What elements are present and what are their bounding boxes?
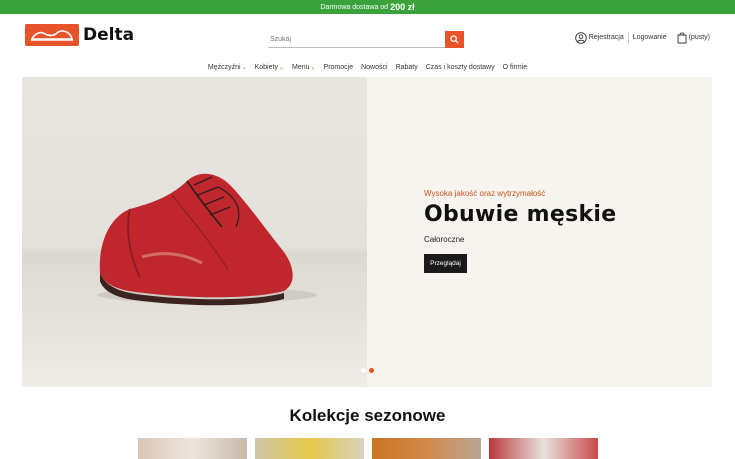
search-button[interactable] — [445, 31, 464, 48]
main-nav: Mężczyźni ⌄ Kobiety ⌄ Menu ⌄ Promocje Nowoś… — [0, 60, 735, 74]
slider-dot[interactable] — [361, 368, 366, 373]
nav-label: O firmie — [502, 63, 528, 71]
hero-image — [22, 77, 367, 387]
chevron-down-icon: ⌄ — [241, 64, 247, 71]
cart-status: (pusty) — [688, 34, 710, 41]
hero-banner: Wysoka jakość oraz wytrzymałość Obuwie m… — [22, 77, 712, 387]
account-area: Rejestracja Logowanie (pusty) — [574, 31, 710, 44]
shoe-logo-icon — [25, 24, 79, 46]
nav-item-women[interactable]: Kobiety ⌄ — [255, 60, 284, 74]
logo-text: Delta — [83, 25, 135, 45]
hero-subtitle: Wysoka jakość oraz wytrzymałość — [424, 189, 546, 198]
login-link[interactable]: Logowanie — [633, 34, 667, 41]
nav-label: Kobiety — [254, 63, 278, 71]
collection-thumbnail[interactable] — [372, 438, 481, 459]
red-shoe-image — [97, 173, 317, 306]
divider — [627, 31, 629, 44]
nav-item-new[interactable]: Nowości — [361, 60, 387, 74]
nav-item-men[interactable]: Mężczyźni ⌄ — [208, 60, 247, 74]
nav-item-discounts[interactable]: Rabaty — [396, 60, 418, 74]
browse-button[interactable]: Przeglądaj — [424, 254, 467, 273]
nav-label: Promocje — [323, 63, 354, 71]
nav-item-delivery[interactable]: Czas i koszty dostawy — [426, 60, 495, 74]
nav-label: Czas i koszty dostawy — [425, 63, 495, 71]
collection-thumbnail[interactable] — [255, 438, 364, 459]
nav-item-promotions[interactable]: Promocje — [324, 60, 354, 74]
search-bar — [268, 31, 464, 48]
slider-dots — [361, 368, 374, 373]
hero-caption: Całoroczne — [424, 235, 465, 244]
collection-thumbnail[interactable] — [138, 438, 247, 459]
header: Delta Rejestracja Logowanie (pusty) — [0, 14, 735, 64]
shopping-bag-icon — [677, 32, 687, 44]
nav-label: Rabaty — [395, 63, 418, 71]
cart-button[interactable]: (pusty) — [677, 31, 710, 44]
hero-content: Wysoka jakość oraz wytrzymałość Obuwie m… — [424, 189, 617, 273]
nav-item-menu[interactable]: Menu ⌄ — [292, 60, 316, 74]
slider-dot-active[interactable] — [369, 368, 374, 373]
section-title: Kolekcje sezonowe — [289, 406, 446, 425]
register-link[interactable]: Rejestracja — [589, 34, 624, 41]
chevron-down-icon: ⌄ — [278, 64, 284, 71]
nav-label: Menu — [291, 63, 310, 71]
search-input[interactable] — [268, 31, 443, 47]
nav-item-about[interactable]: O firmie — [503, 60, 528, 74]
collection-thumbnail[interactable] — [489, 438, 598, 459]
user-icon[interactable] — [574, 31, 587, 44]
logo[interactable]: Delta — [25, 24, 134, 46]
chevron-down-icon: ⌄ — [310, 64, 316, 71]
promo-bar: Darmowa dostawa od 200 zł — [0, 0, 735, 14]
nav-label: Mężczyźni — [207, 63, 241, 71]
nav-label: Nowości — [361, 63, 388, 71]
promo-text: Darmowa dostawa od — [320, 3, 389, 11]
collection-thumbnails — [138, 438, 598, 459]
hero-title: Obuwie męskie — [424, 202, 617, 227]
search-icon — [450, 35, 459, 44]
promo-amount: 200 zł — [390, 2, 415, 12]
